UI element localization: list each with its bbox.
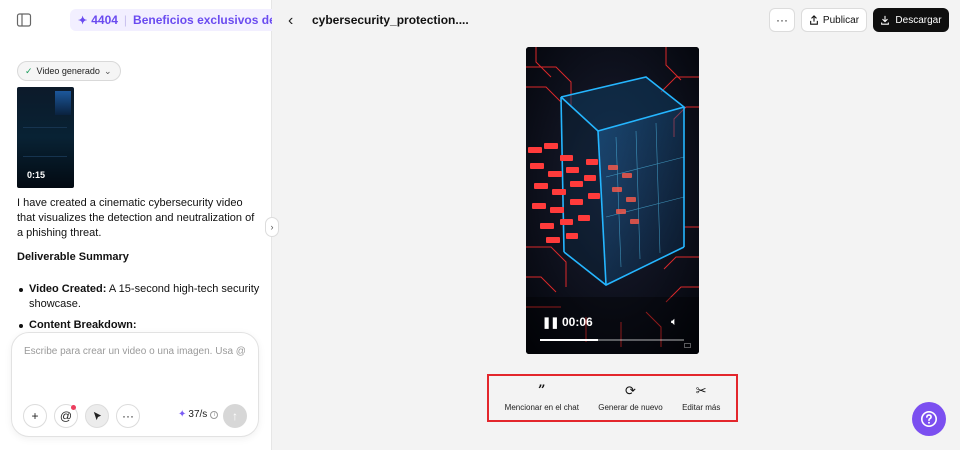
edit-more-button[interactable]: ✂ Editar más — [682, 383, 721, 413]
quote-icon: ” — [538, 383, 546, 398]
mention-button[interactable]: @ — [54, 404, 78, 428]
chat-panel: ✦ 4404 | Beneficios exclusivos de Seedan… — [0, 0, 272, 450]
ellipsis-icon: ··· — [776, 13, 788, 27]
regenerate-button[interactable]: ⟳ Generar de nuevo — [598, 383, 663, 413]
promo-label: Beneficios exclusivos de Seedance — [133, 13, 272, 27]
promo-banner[interactable]: ✦ 4404 | Beneficios exclusivos de Seedan… — [70, 9, 272, 31]
notification-dot — [71, 405, 76, 410]
ellipsis-icon: ··· — [122, 409, 134, 423]
thumbnail-duration: 0:15 — [27, 170, 46, 180]
video-generated-chip[interactable]: ✓ Video generado ⌄ — [17, 61, 121, 81]
chevron-down-icon: ⌄ — [103, 65, 112, 76]
video-progress-fill — [540, 339, 598, 341]
video-player[interactable]: ❚❚ 00:06 🔈︎ — [526, 47, 699, 354]
download-button[interactable]: Descargar — [873, 8, 949, 32]
refresh-icon: ⟳ — [625, 383, 636, 398]
more-actions-button[interactable]: ··· — [769, 8, 795, 32]
fullscreen-icon[interactable] — [684, 343, 691, 348]
at-icon: @ — [59, 409, 73, 423]
promo-divider: | — [123, 13, 128, 27]
cursor-icon — [93, 411, 101, 420]
collapse-panel-button[interactable]: › — [265, 217, 279, 237]
credits-indicator: ✦ 37/s i — [178, 409, 219, 420]
credits-value: 37/s — [188, 409, 208, 420]
promo-count: 4404 — [91, 13, 118, 27]
chat-input[interactable]: Escribe para crear un video o una imagen… — [24, 346, 246, 357]
deliverable-heading: Deliverable Summary — [17, 251, 129, 263]
help-button[interactable] — [912, 402, 946, 436]
list-item-title: Video Created: — [29, 283, 107, 295]
select-button[interactable] — [85, 404, 109, 428]
download-icon — [881, 15, 890, 25]
preview-panel: ‹ cybersecurity_protection.... ··· Publi… — [272, 0, 960, 450]
mention-in-chat-button[interactable]: ” Mencionar en el chat — [504, 383, 579, 413]
arrow-up-icon: ↑ — [232, 409, 238, 423]
volume-icon[interactable]: 🔈︎ — [671, 316, 678, 329]
chevron-right-icon: › — [270, 222, 274, 232]
plus-icon: + — [31, 409, 39, 423]
sidebar-toggle-icon[interactable] — [16, 12, 32, 28]
list-item: Video Created: A 15-second high-tech sec… — [17, 282, 262, 312]
sparkle-icon: ✦ — [78, 14, 88, 27]
scissors-icon: ✂ — [695, 383, 707, 398]
back-arrow-icon[interactable]: ‹ — [288, 12, 293, 30]
thumbnail-glow — [55, 91, 71, 115]
edit-more-label: Editar más — [682, 403, 721, 412]
more-options-button[interactable]: ··· — [116, 404, 140, 428]
check-icon: ✓ — [25, 65, 33, 76]
video-timecode: 00:06 — [562, 315, 593, 329]
assistant-message: I have created a cinematic cybersecurity… — [17, 197, 255, 239]
video-generated-label: Video generado — [36, 66, 100, 76]
chat-composer[interactable]: Escribe para crear un video o una imagen… — [11, 332, 259, 437]
help-icon — [920, 410, 938, 428]
regenerate-label: Generar de nuevo — [598, 403, 663, 412]
video-frame — [526, 47, 699, 354]
sparkle-icon: ✦ — [178, 409, 187, 420]
publish-button[interactable]: Publicar — [801, 8, 867, 32]
video-progress-bar[interactable] — [540, 339, 684, 341]
add-button[interactable]: + — [23, 404, 47, 428]
mention-in-chat-label: Mencionar en el chat — [504, 403, 579, 412]
publish-label: Publicar — [822, 14, 860, 26]
share-icon — [810, 15, 818, 25]
video-actions-bar: ” Mencionar en el chat ⟳ Generar de nuev… — [487, 374, 738, 422]
list-item: Content Breakdown: — [17, 318, 262, 333]
video-thumbnail[interactable]: 0:15 — [17, 87, 74, 188]
thumbnail-lines — [23, 127, 67, 157]
info-icon[interactable]: i — [210, 410, 219, 419]
send-button[interactable]: ↑ — [223, 404, 247, 428]
file-title: cybersecurity_protection.... — [312, 13, 469, 27]
download-label: Descargar — [895, 14, 942, 26]
pause-icon[interactable]: ❚❚ — [542, 316, 559, 329]
deliverable-list: Video Created: A 15-second high-tech sec… — [17, 282, 262, 339]
list-item-title: Content Breakdown: — [29, 319, 137, 331]
